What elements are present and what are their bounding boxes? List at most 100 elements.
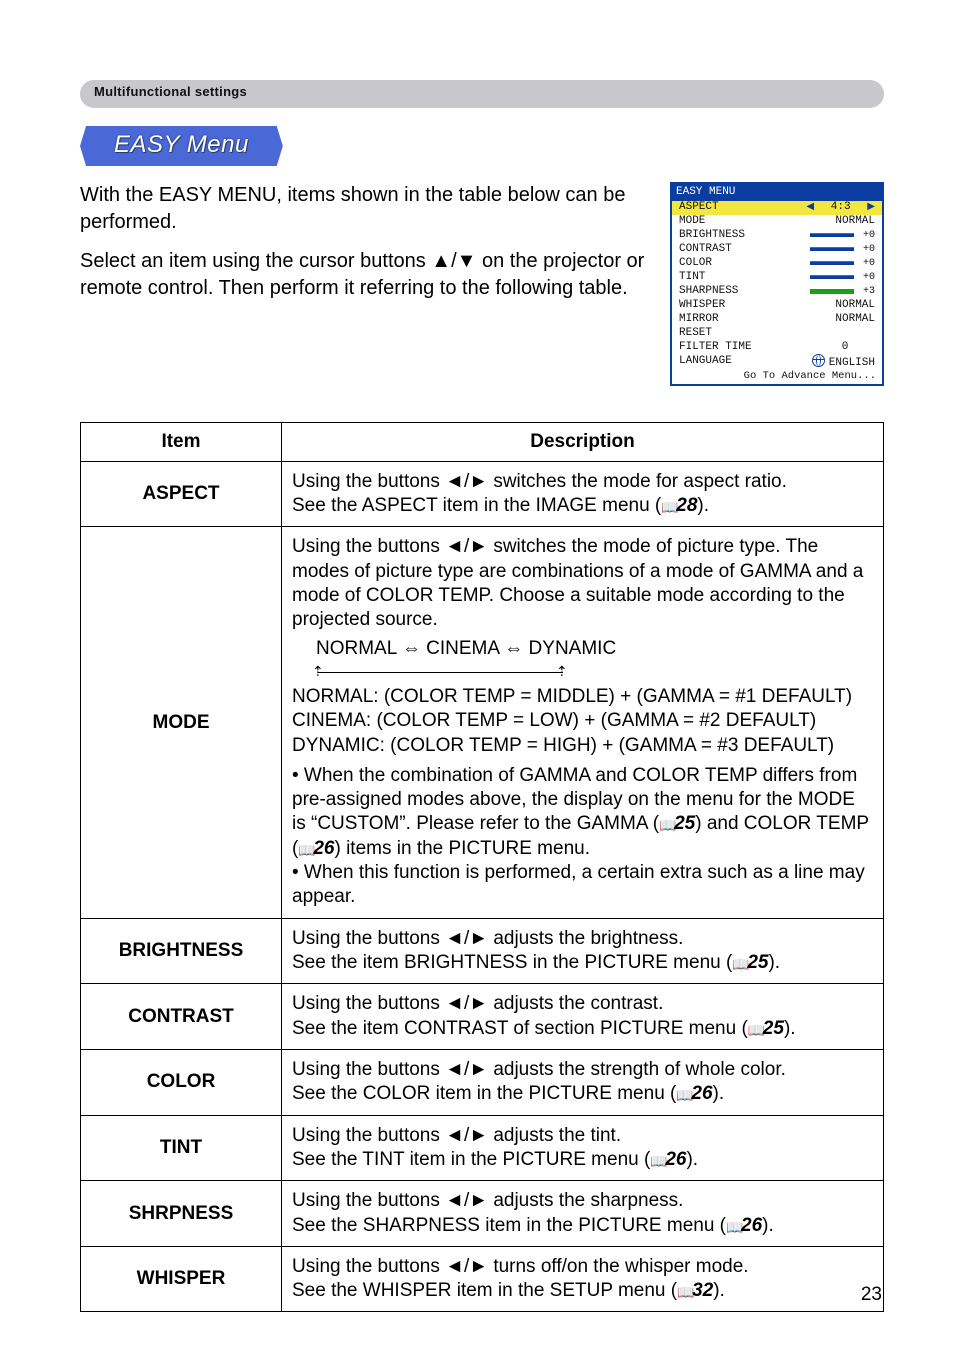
osd-row-whisper: WHISPER NORMAL: [672, 299, 882, 313]
desc-tint: Using the buttons ◄/► adjusts the tint. …: [282, 1115, 884, 1181]
text: See the WHISPER item in the SETUP menu (: [292, 1280, 677, 1301]
text: Using the buttons ◄/► adjusts the contra…: [292, 993, 663, 1014]
desc-color: Using the buttons ◄/► adjusts the streng…: [282, 1049, 884, 1115]
globe-icon: [812, 354, 825, 367]
text: Using the buttons ◄/► adjusts the sharpn…: [292, 1190, 683, 1211]
osd-row-language: LANGUAGE ENGLISH: [672, 355, 882, 369]
osd-label: SHARPNESS: [679, 285, 738, 298]
osd-value: 4:3: [821, 201, 861, 214]
arrow-up-icon: ⇡: [556, 663, 568, 681]
osd-row-filter-time: FILTER TIME 0: [672, 341, 882, 355]
osd-label: FILTER TIME: [679, 341, 752, 354]
ref: 26: [741, 1215, 762, 1236]
intro-block: With the EASY MENU, items shown in the t…: [80, 182, 884, 386]
desc-aspect: Using the buttons ◄/► switches the mode …: [282, 461, 884, 527]
text: ) items in the PICTURE menu.: [334, 838, 590, 859]
manual-icon: [659, 813, 674, 825]
osd-label: WHISPER: [679, 299, 725, 312]
osd-title: EASY MENU: [672, 184, 882, 201]
text: DYNAMIC: (COLOR TEMP = HIGH) + (GAMMA = …: [292, 734, 873, 758]
text: ).: [713, 1280, 725, 1301]
ref: 25: [747, 952, 768, 973]
item-aspect: ASPECT: [81, 461, 282, 527]
item-whisper: WHISPER: [81, 1246, 282, 1312]
text: ).: [713, 1083, 725, 1104]
text: See the item BRIGHTNESS in the PICTURE m…: [292, 952, 732, 973]
osd-value: +0: [857, 244, 875, 256]
osd-label: TINT: [679, 271, 705, 284]
osd-label: CONTRAST: [679, 243, 732, 256]
osd-label: COLOR: [679, 257, 712, 270]
desc-shrpness: Using the buttons ◄/► adjusts the sharpn…: [282, 1181, 884, 1247]
table-row: CONTRAST Using the buttons ◄/► adjusts t…: [81, 984, 884, 1050]
osd-bar: +3: [810, 286, 875, 298]
item-tint: TINT: [81, 1115, 282, 1181]
table-row: COLOR Using the buttons ◄/► adjusts the …: [81, 1049, 884, 1115]
table-row: TINT Using the buttons ◄/► adjusts the t…: [81, 1115, 884, 1181]
osd-bar: +0: [810, 244, 875, 256]
ref: 26: [691, 1083, 712, 1104]
ref: 25: [763, 1018, 784, 1039]
intro-para-1: With the EASY MENU, items shown in the t…: [80, 182, 650, 236]
osd-row-brightness: BRIGHTNESS +0: [672, 229, 882, 243]
section-header: Multifunctional settings: [80, 80, 884, 108]
manual-icon: [650, 1149, 665, 1161]
osd-bar: +0: [810, 258, 875, 270]
manual-icon: [676, 1083, 691, 1095]
text: ).: [686, 1149, 698, 1170]
manual-icon: [732, 952, 747, 964]
text: See the item CONTRAST of section PICTURE…: [292, 1018, 748, 1039]
manual-icon: [661, 495, 676, 507]
osd-value-wrap: ◀ 4:3 ▶: [806, 201, 875, 214]
osd-value: ENGLISH: [829, 357, 875, 369]
osd-bar: +0: [810, 230, 875, 242]
bullet: • When the combination of GAMMA and COLO…: [292, 764, 873, 861]
osd-row-mirror: MIRROR NORMAL: [672, 313, 882, 327]
desc-mode: Using the buttons ◄/► switches the mode …: [282, 527, 884, 918]
text: See the SHARPNESS item in the PICTURE me…: [292, 1215, 726, 1236]
osd-label: BRIGHTNESS: [679, 229, 745, 242]
osd-row-color: COLOR +0: [672, 257, 882, 271]
text: CINEMA: (COLOR TEMP = LOW) + (GAMMA = #2…: [292, 709, 873, 733]
text: ).: [768, 952, 780, 973]
osd-row-tint: TINT +0: [672, 271, 882, 285]
osd-label: MIRROR: [679, 313, 719, 326]
text: Using the buttons ◄/► adjusts the tint.: [292, 1125, 621, 1146]
desc-brightness: Using the buttons ◄/► adjusts the bright…: [282, 918, 884, 984]
osd-row-sharpness: SHARPNESS +3: [672, 285, 882, 299]
osd-label: LANGUAGE: [679, 355, 732, 368]
table-row: BRIGHTNESS Using the buttons ◄/► adjusts…: [81, 918, 884, 984]
table-row: MODE Using the buttons ◄/► switches the …: [81, 527, 884, 918]
desc-contrast: Using the buttons ◄/► adjusts the contra…: [282, 984, 884, 1050]
text: ).: [697, 495, 709, 516]
ref: 28: [676, 495, 697, 516]
table-row: ASPECT Using the buttons ◄/► switches th…: [81, 461, 884, 527]
item-contrast: CONTRAST: [81, 984, 282, 1050]
bullet: • When this function is performed, a cer…: [292, 861, 873, 910]
item-brightness: BRIGHTNESS: [81, 918, 282, 984]
osd-value: NORMAL: [835, 299, 875, 312]
text: NORMAL: (COLOR TEMP = MIDDLE) + (GAMMA =…: [292, 685, 873, 709]
item-mode: MODE: [81, 527, 282, 918]
osd-value: +0: [857, 272, 875, 284]
ref: 26: [665, 1149, 686, 1170]
triangle-right-icon: ▶: [867, 202, 875, 213]
table-row: WHISPER Using the buttons ◄/► turns off/…: [81, 1246, 884, 1312]
osd-footer: Go To Advance Menu...: [672, 369, 882, 384]
osd-value: NORMAL: [835, 215, 875, 228]
ref: 26: [313, 838, 334, 859]
osd-value: NORMAL: [835, 313, 875, 326]
osd-label: RESET: [679, 327, 712, 340]
table-row: SHRPNESS Using the buttons ◄/► adjusts t…: [81, 1181, 884, 1247]
osd-label: ASPECT: [679, 201, 719, 214]
ref: 25: [674, 813, 695, 834]
osd-bar: +0: [810, 272, 875, 284]
manual-icon: [726, 1215, 741, 1227]
osd-value: +0: [857, 258, 875, 270]
osd-value-wrap: ENGLISH: [812, 354, 875, 370]
th-item: Item: [81, 422, 282, 461]
page-number: 23: [861, 1284, 882, 1306]
osd-panel: EASY MENU ASPECT ◀ 4:3 ▶ MODE NORMAL BRI…: [670, 182, 884, 386]
text: See the TINT item in the PICTURE menu (: [292, 1149, 650, 1170]
cycle-diagram: ⇡ ⇡: [308, 664, 873, 682]
